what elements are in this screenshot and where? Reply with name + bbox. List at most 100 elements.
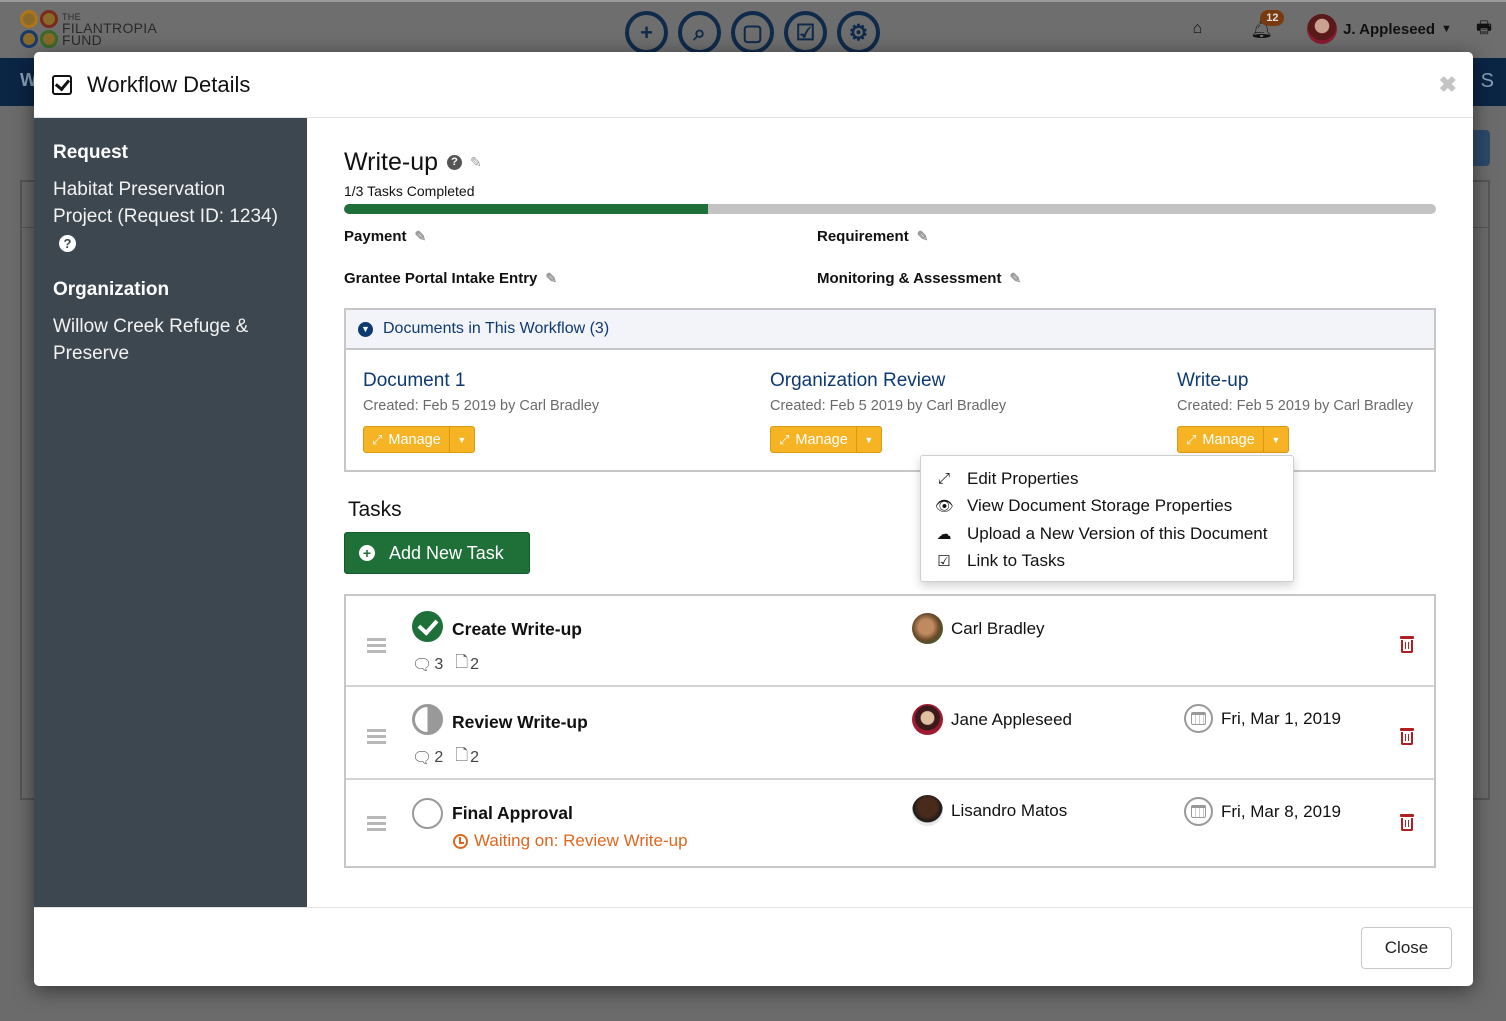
documents-header-label: Documents in This Workflow (3): [383, 320, 610, 337]
document-title[interactable]: Document 1: [363, 370, 599, 392]
menu-item-view-storage-properties[interactable]: 👁︎ View Document Storage Properties: [921, 493, 1293, 521]
task-name[interactable]: Review Write-up: [452, 712, 588, 733]
notifications-button[interactable]: 🔔︎ 12: [1250, 9, 1285, 41]
user-menu-name[interactable]: J. Appleseed: [1343, 21, 1435, 38]
file-count[interactable]: 2: [470, 656, 479, 674]
assignee-name: Jane Appleseed: [951, 709, 1072, 729]
pencil-icon[interactable]: ✎: [1009, 270, 1021, 287]
task-meta: 🗨︎ 3 🗋 2: [412, 651, 491, 678]
task-complete-icon[interactable]: [412, 611, 443, 642]
expand-icon: ⤢: [372, 431, 383, 447]
modal-header: Workflow Details ✖: [34, 52, 1473, 118]
drag-handle-icon[interactable]: [367, 816, 386, 834]
manage-label: Manage: [1202, 431, 1255, 448]
file-count[interactable]: 2: [470, 749, 479, 767]
task-due-date[interactable]: Fri, Mar 8, 2019: [1184, 797, 1341, 826]
avatar: [912, 613, 943, 644]
menu-item-label: Link to Tasks: [967, 551, 1065, 571]
filantropia-fund-logo[interactable]: THE FILANTROPIA FUND: [20, 10, 157, 48]
manage-dropdown-toggle[interactable]: ▼: [857, 427, 881, 452]
task-assignee[interactable]: Carl Bradley: [912, 613, 1045, 644]
chevron-down-icon[interactable]: ▼: [1441, 23, 1452, 35]
menu-item-edit-properties[interactable]: ⤢ Edit Properties: [921, 465, 1293, 493]
checkbox-icon: [52, 74, 72, 95]
task-name[interactable]: Create Write-up: [452, 619, 582, 640]
progress-bar-fill: [344, 204, 708, 214]
trash-icon[interactable]: [1400, 728, 1414, 745]
task-row[interactable]: Review Write-up 🗨︎ 2 🗋 2 Jane Appleseed Fr…: [346, 687, 1434, 780]
request-heading: Request: [53, 142, 128, 163]
help-icon[interactable]: ?: [447, 155, 463, 170]
task-not-started-icon[interactable]: [412, 798, 443, 829]
manage-dropdown-toggle[interactable]: ▼: [1264, 427, 1288, 452]
comment-count[interactable]: 2: [434, 749, 443, 767]
checkbox-icon: ☑: [937, 553, 951, 571]
assignee-name: Carl Bradley: [951, 618, 1045, 638]
document-title[interactable]: Organization Review: [770, 370, 1006, 392]
waiting-text: Waiting on: Review Write-up: [474, 831, 688, 850]
add-new-task-label: Add New Task: [389, 542, 504, 563]
request-text[interactable]: Habitat Preservation Project (Request ID…: [53, 179, 278, 227]
documents-panel-toggle[interactable]: ▼ Documents in This Workflow (3): [346, 310, 1434, 350]
field-label: Requirement: [817, 228, 909, 245]
field-payment[interactable]: Payment ✎: [344, 228, 426, 245]
home-icon[interactable]: ⌂: [1193, 20, 1203, 38]
manage-button[interactable]: ⤢ Manage: [771, 427, 857, 452]
trash-icon[interactable]: [1400, 636, 1414, 653]
eye-icon: 👁︎: [935, 498, 955, 516]
gear-icon[interactable]: ⚙: [837, 11, 880, 54]
task-row[interactable]: Final Approval Waiting on: Review Write-…: [346, 780, 1434, 868]
task-name[interactable]: Final Approval: [452, 803, 573, 824]
avatar: [912, 795, 943, 826]
document-meta: Created: Feb 5 2019 by Carl Bradley: [363, 398, 600, 414]
documents-panel: ▼ Documents in This Workflow (3) Documen…: [344, 308, 1436, 472]
search-icon[interactable]: ⌕: [678, 11, 721, 54]
plus-circle-icon: +: [359, 545, 375, 561]
pencil-icon[interactable]: ✎: [917, 228, 929, 245]
menu-item-upload-new-version[interactable]: ☁ Upload a New Version of this Document: [921, 520, 1293, 548]
comment-count[interactable]: 3: [434, 656, 443, 674]
calendar-icon: [1184, 797, 1213, 826]
note-icon[interactable]: ▢: [731, 11, 774, 54]
field-label: Grantee Portal Intake Entry: [344, 270, 538, 287]
add-new-task-button[interactable]: + Add New Task: [344, 532, 530, 574]
print-icon[interactable]: 🖶: [1476, 15, 1492, 44]
plus-icon[interactable]: +: [625, 11, 668, 54]
manage-button[interactable]: ⤢ Manage: [364, 427, 450, 452]
task-row[interactable]: Create Write-up 🗨︎ 3 🗋 2 Carl Bradley: [346, 596, 1434, 687]
document-title[interactable]: Write-up: [1177, 370, 1413, 392]
chevron-down-circle-icon: ▼: [358, 321, 373, 337]
task-due-date[interactable]: Fri, Mar 1, 2019: [1184, 704, 1341, 733]
field-requirement[interactable]: Requirement ✎: [817, 228, 928, 245]
expand-icon: ⤢: [1186, 431, 1197, 447]
file-icon: 🗋: [455, 747, 469, 764]
close-button[interactable]: Close: [1361, 927, 1452, 969]
manage-button[interactable]: ⤢ Manage: [1178, 427, 1264, 452]
pencil-icon[interactable]: ✎: [415, 228, 427, 245]
drag-handle-icon[interactable]: [367, 729, 386, 747]
organization-heading: Organization: [53, 279, 170, 300]
help-icon[interactable]: ?: [59, 235, 76, 252]
user-avatar[interactable]: [1307, 14, 1338, 44]
task-assignee[interactable]: Jane Appleseed: [912, 704, 1072, 735]
app-top-bar: THE FILANTROPIA FUND + ⌕ ▢ ☑ ⚙ ⌂ 🔔︎ 12 J…: [0, 0, 1506, 58]
drag-handle-icon[interactable]: [367, 638, 386, 656]
organization-text[interactable]: Willow Creek Refuge & Preserve: [53, 313, 288, 367]
close-icon[interactable]: ✖: [1439, 72, 1457, 98]
menu-item-link-to-tasks[interactable]: ☑ Link to Tasks: [921, 548, 1293, 576]
field-grantee-portal-intake-entry[interactable]: Grantee Portal Intake Entry ✎: [344, 270, 557, 287]
document-item: Document 1 Created: Feb 5 2019 by Carl B…: [363, 370, 599, 453]
pencil-icon[interactable]: ✎: [545, 270, 557, 287]
task-assignee[interactable]: Lisandro Matos: [912, 795, 1067, 826]
workflow-title: Write-up: [344, 148, 439, 176]
due-date-text: Fri, Mar 1, 2019: [1221, 708, 1341, 728]
pencil-icon[interactable]: ✎: [470, 154, 482, 171]
task-in-progress-icon[interactable]: [412, 704, 443, 735]
workflow-title-row: Write-up ? ✎: [344, 148, 482, 177]
checkbox-icon[interactable]: ☑: [784, 11, 827, 54]
field-monitoring-assessment[interactable]: Monitoring & Assessment ✎: [817, 270, 1021, 287]
manage-dropdown-toggle[interactable]: ▼: [450, 427, 474, 452]
notification-count-badge: 12: [1260, 9, 1285, 26]
logo-text: THE FILANTROPIA FUND: [62, 12, 157, 47]
trash-icon[interactable]: [1400, 814, 1414, 831]
